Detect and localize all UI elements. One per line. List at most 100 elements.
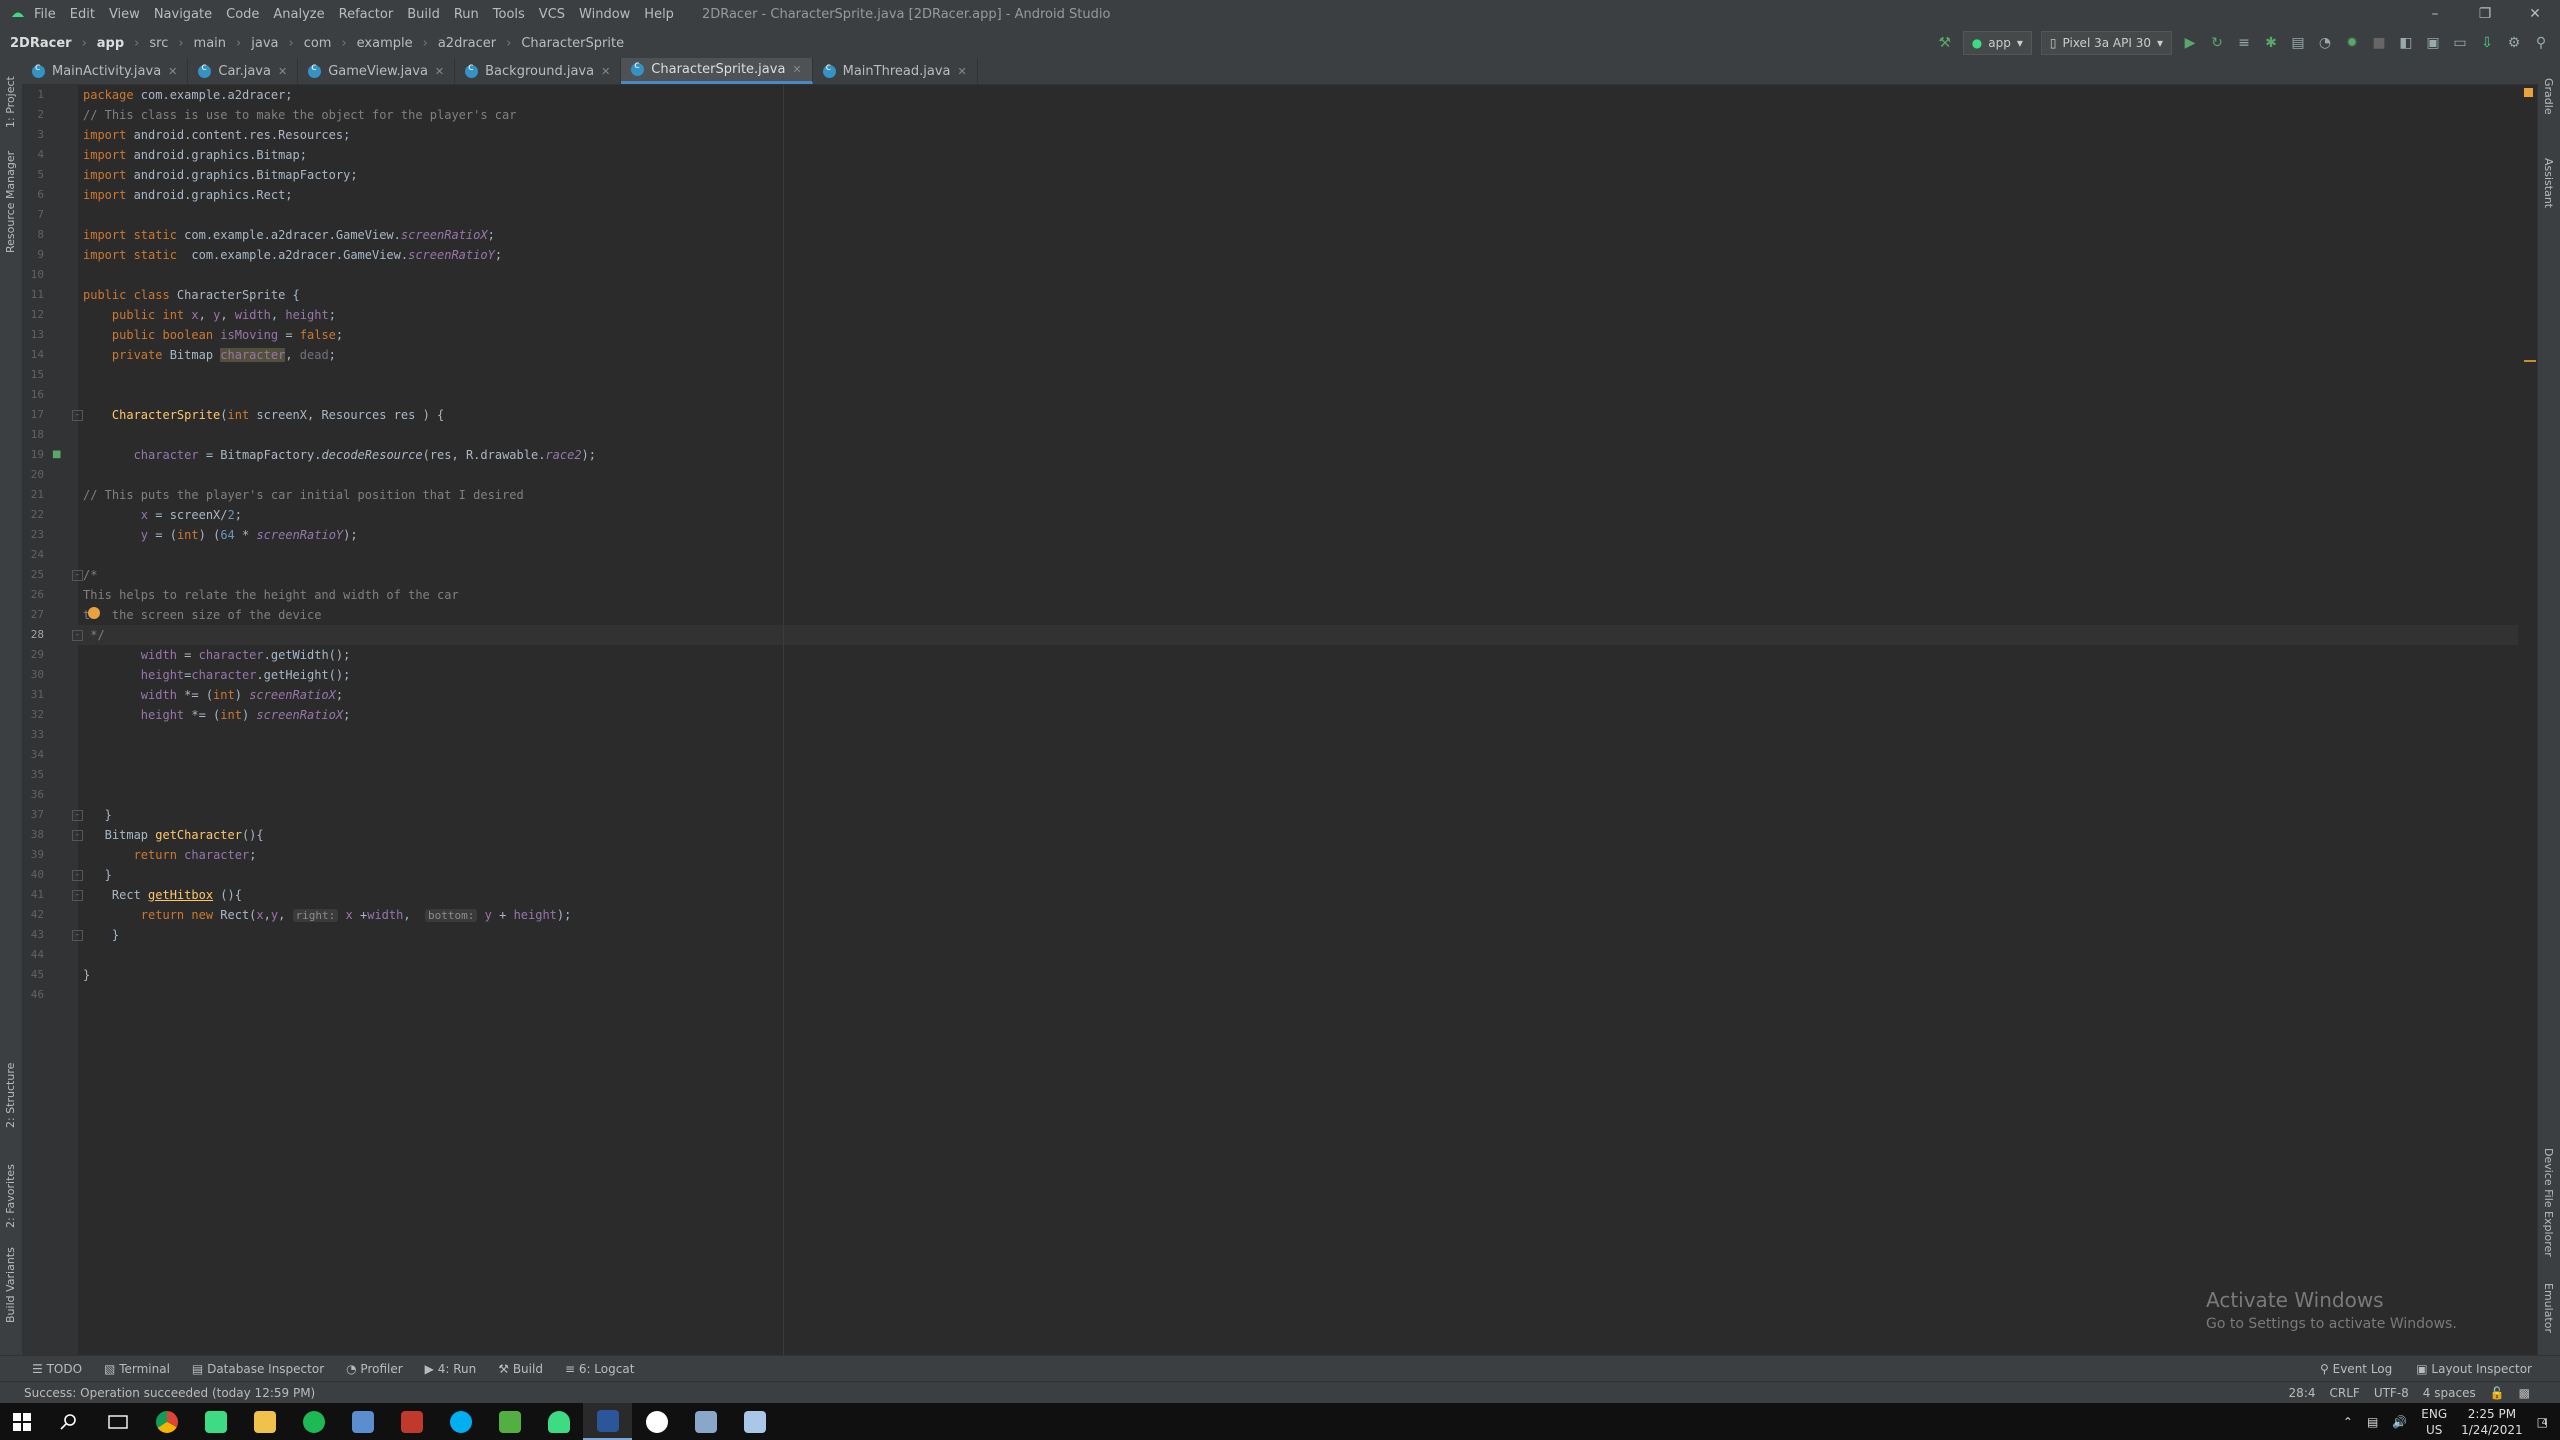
menu-refactor[interactable]: Refactor	[339, 7, 394, 22]
fold-marker-icon[interactable]: -	[72, 890, 83, 901]
chevron-up-icon[interactable]: ⌃	[2343, 1415, 2353, 1429]
search-icon[interactable]: ⚲	[2532, 34, 2550, 52]
android-file-icon[interactable]	[191, 1403, 240, 1440]
close-icon[interactable]: ✕	[2510, 0, 2560, 28]
photos-icon[interactable]	[681, 1403, 730, 1440]
windows-start-icon[interactable]	[0, 1412, 44, 1431]
indent-setting[interactable]: 4 spaces	[2423, 1386, 2476, 1400]
virtualbox-icon[interactable]	[338, 1403, 387, 1440]
language-indicator[interactable]: ENG US	[2421, 1406, 2447, 1438]
notes-icon[interactable]	[730, 1403, 779, 1440]
fold-marker-icon[interactable]: -	[72, 410, 83, 421]
network-icon[interactable]: ▤	[2367, 1415, 2378, 1429]
coverage-icon[interactable]: ▤	[2289, 34, 2307, 52]
menu-edit[interactable]: Edit	[70, 7, 95, 22]
menu-analyze[interactable]: Analyze	[273, 7, 324, 22]
breadcrumb-item[interactable]: com	[304, 36, 332, 51]
menu-navigate[interactable]: Navigate	[154, 7, 212, 22]
menu-view[interactable]: View	[109, 7, 140, 22]
breadcrumb-item[interactable]: app	[97, 36, 124, 51]
close-tab-icon[interactable]: ✕	[601, 65, 610, 78]
menu-run[interactable]: Run	[454, 7, 479, 22]
breadcrumb-item[interactable]: 2DRacer	[10, 36, 72, 51]
clock[interactable]: 2:25 PM 1/24/2021	[2461, 1406, 2523, 1438]
event-log-button[interactable]: ⚲ Event Log	[2320, 1362, 2392, 1376]
word-icon[interactable]	[583, 1403, 632, 1440]
line-separator[interactable]: CRLF	[2330, 1386, 2360, 1400]
spotify-icon[interactable]	[289, 1403, 338, 1440]
device-select[interactable]: ▯ Pixel 3a API 30 ▾	[2040, 31, 2172, 55]
xbox-game-icon[interactable]	[632, 1403, 681, 1440]
tab-car[interactable]: Car.java ✕	[188, 58, 299, 84]
gradle-tool-button[interactable]: Gradle	[2542, 78, 2555, 115]
fold-marker-icon[interactable]: -	[72, 930, 83, 941]
apply-code-changes-icon[interactable]: ≡	[2235, 34, 2253, 52]
fold-marker-icon[interactable]: -	[72, 870, 83, 881]
scrollbar-mark[interactable]	[2524, 360, 2536, 362]
tab-mainthread[interactable]: MainThread.java ✕	[813, 58, 978, 84]
chrome-icon[interactable]	[142, 1403, 191, 1440]
menu-build[interactable]: Build	[407, 7, 440, 22]
todo-tool-button[interactable]: ☰ TODO	[32, 1362, 82, 1376]
apply-changes-icon[interactable]: ↻	[2208, 34, 2226, 52]
build-tool-button[interactable]: ⚒ Build	[498, 1362, 543, 1376]
menu-help[interactable]: Help	[644, 7, 674, 22]
terminal-tool-button[interactable]: ▧ Terminal	[104, 1362, 170, 1376]
warning-indicator-icon[interactable]	[2524, 88, 2533, 97]
close-tab-icon[interactable]: ✕	[957, 65, 966, 78]
breadcrumb-item[interactable]: main	[194, 36, 226, 51]
hammer-icon[interactable]: ⚒	[1936, 34, 1954, 52]
volume-icon[interactable]: 🔊	[2392, 1415, 2407, 1429]
tab-charactersprite[interactable]: CharacterSprite.java ✕	[621, 58, 813, 84]
profiler-tool-button[interactable]: ◔ Profiler	[346, 1362, 403, 1376]
tab-mainactivity[interactable]: MainActivity.java ✕	[22, 58, 189, 84]
status-message[interactable]: Success: Operation succeeded (today 12:5…	[0, 1386, 315, 1400]
close-tab-icon[interactable]: ✕	[168, 65, 177, 78]
menu-file[interactable]: File	[34, 7, 56, 22]
close-tab-icon[interactable]: ✕	[435, 65, 444, 78]
emulator-tool-button[interactable]: Emulator	[2542, 1283, 2555, 1333]
database-inspector-tool-button[interactable]: ▤ Database Inspector	[192, 1362, 324, 1376]
fold-marker-icon[interactable]: -	[72, 630, 83, 641]
run-tool-button[interactable]: ▶ 4: Run	[425, 1362, 477, 1376]
layout-inspector-button[interactable]: ▣ Layout Inspector	[2416, 1362, 2532, 1376]
android-monitor-icon[interactable]: ⚙	[2505, 34, 2523, 52]
tab-gameview[interactable]: GameView.java ✕	[298, 58, 456, 84]
app-icon[interactable]	[387, 1403, 436, 1440]
resource-preview-icon[interactable]: ■	[52, 449, 61, 460]
notification-icon[interactable]: □ 4	[2537, 1415, 2548, 1429]
menu-window[interactable]: Window	[579, 7, 630, 22]
debug-icon[interactable]: ✱	[2262, 34, 2280, 52]
close-tab-icon[interactable]: ✕	[792, 63, 801, 76]
task-view-icon[interactable]	[93, 1403, 142, 1440]
project-structure-icon[interactable]: ▣	[2424, 34, 2442, 52]
breadcrumb-item[interactable]: CharacterSprite	[521, 36, 624, 51]
run-icon[interactable]: ▶	[2181, 34, 2199, 52]
profile-icon[interactable]: ◔	[2316, 34, 2334, 52]
close-tab-icon[interactable]: ✕	[278, 65, 287, 78]
menu-tools[interactable]: Tools	[493, 7, 525, 22]
fold-marker-icon[interactable]: -	[72, 570, 83, 581]
breadcrumb-item[interactable]: example	[357, 36, 413, 51]
device-file-explorer-tool-button[interactable]: Device File Explorer	[2542, 1148, 2555, 1257]
android-studio-icon[interactable]	[534, 1403, 583, 1440]
search-icon[interactable]	[44, 1403, 93, 1440]
stop-icon[interactable]: ■	[2370, 34, 2388, 52]
menu-code[interactable]: Code	[226, 7, 259, 22]
file-explorer-icon[interactable]	[240, 1403, 289, 1440]
minimize-icon[interactable]: –	[2410, 0, 2460, 28]
attach-debugger-icon[interactable]: ✹	[2343, 34, 2361, 52]
logcat-tool-button[interactable]: ≡ 6: Logcat	[565, 1362, 634, 1376]
breadcrumb-item[interactable]: a2dracer	[438, 36, 496, 51]
memory-icon[interactable]: ▩	[2519, 1386, 2530, 1400]
breadcrumb-item[interactable]: src	[149, 36, 168, 51]
lock-icon[interactable]: 🔓	[2490, 1386, 2505, 1400]
restore-icon[interactable]: ❐	[2460, 0, 2510, 28]
assistant-tool-button[interactable]: Assistant	[2542, 158, 2555, 208]
tab-background[interactable]: Background.java ✕	[455, 58, 622, 84]
sdk-manager-icon[interactable]: ⇩	[2478, 34, 2496, 52]
sync-project-icon[interactable]: ◧	[2397, 34, 2415, 52]
lightbulb-icon[interactable]	[88, 607, 100, 619]
file-encoding[interactable]: UTF-8	[2374, 1386, 2409, 1400]
caret-position[interactable]: 28:4	[2289, 1386, 2316, 1400]
